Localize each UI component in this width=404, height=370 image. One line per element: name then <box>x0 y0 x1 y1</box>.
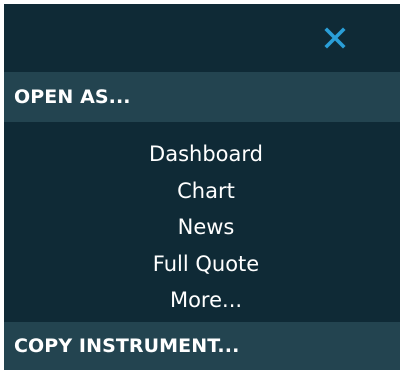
menu-item-dashboard[interactable]: Dashboard <box>4 136 400 173</box>
open-as-list: Dashboard Chart News Full Quote More... <box>4 122 400 319</box>
close-x-icon <box>324 27 346 49</box>
menu-item-news[interactable]: News <box>4 209 400 246</box>
copy-instrument-header[interactable]: COPY INSTRUMENT... <box>4 322 400 370</box>
menu-item-more[interactable]: More... <box>4 282 400 319</box>
menu-item-full-quote[interactable]: Full Quote <box>4 246 400 283</box>
close-row <box>4 4 400 72</box>
menu-item-chart[interactable]: Chart <box>4 173 400 210</box>
close-button[interactable] <box>321 24 349 52</box>
open-as-header: OPEN AS... <box>4 72 400 122</box>
open-as-header-label: OPEN AS... <box>14 86 131 108</box>
open-as-menu-panel: OPEN AS... Dashboard Chart News Full Quo… <box>4 4 400 370</box>
copy-instrument-label: COPY INSTRUMENT... <box>14 335 240 357</box>
